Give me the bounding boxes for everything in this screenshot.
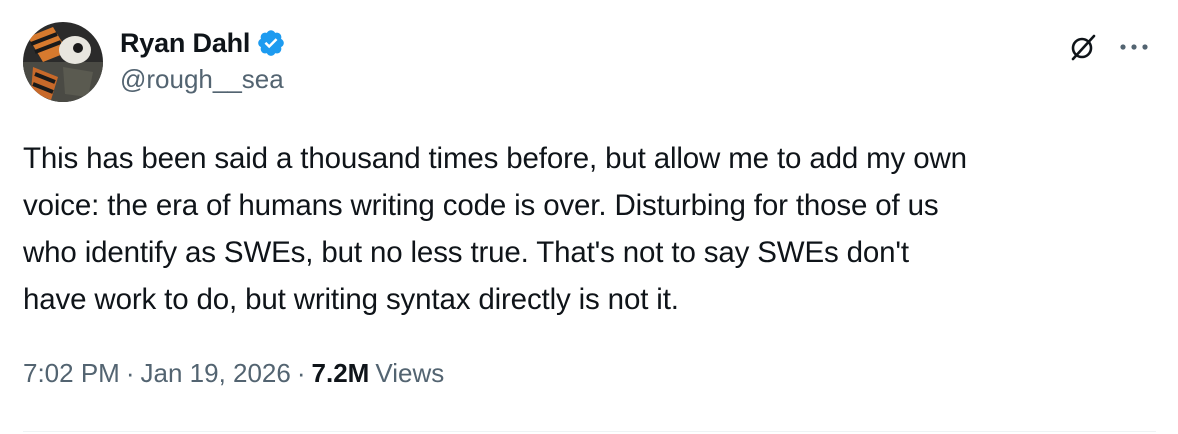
tweet-metadata: 7:02 PM · Jan 19, 2026 · 7.2M Views bbox=[23, 358, 444, 389]
verified-badge-icon[interactable] bbox=[256, 28, 286, 58]
author-display-name[interactable]: Ryan Dahl bbox=[120, 28, 250, 59]
tweet-time[interactable]: 7:02 PM bbox=[23, 358, 120, 389]
author-avatar[interactable] bbox=[23, 22, 103, 102]
more-options-icon[interactable] bbox=[1112, 27, 1156, 67]
tweet-body-text: This has been said a thousand times befo… bbox=[23, 142, 967, 316]
author-handle[interactable]: @rough__sea bbox=[120, 64, 284, 95]
avatar-image bbox=[23, 22, 103, 102]
grok-icon[interactable] bbox=[1063, 27, 1103, 67]
tweet-card: Ryan Dahl @rough__sea This has been said… bbox=[0, 0, 1178, 434]
views-label: Views bbox=[375, 358, 445, 388]
meta-separator: · bbox=[296, 358, 306, 388]
views-count[interactable]: 7.2M bbox=[312, 358, 370, 389]
tweet-date[interactable]: Jan 19, 2026 bbox=[141, 358, 291, 389]
meta-separator: · bbox=[125, 358, 135, 388]
author-name-row: Ryan Dahl bbox=[120, 25, 286, 61]
bottom-divider bbox=[23, 431, 1156, 432]
